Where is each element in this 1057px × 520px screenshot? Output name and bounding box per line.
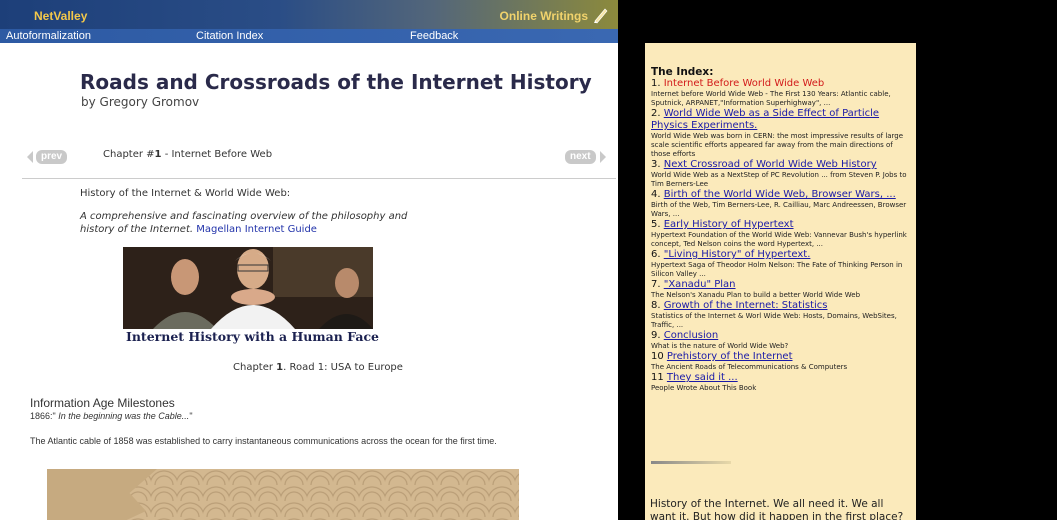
index-item-number: 2. (651, 108, 664, 119)
ocean-map-image (47, 469, 519, 520)
index-item-number: 1. (651, 78, 664, 89)
index-item-heading: 3. Next Crossroad of World Wide Web Hist… (651, 159, 909, 171)
milestones-heading: Information Age Milestones (30, 396, 175, 410)
index-item-number: 8. (651, 300, 664, 311)
index-item: 3. Next Crossroad of World Wide Web Hist… (651, 159, 909, 189)
index-item-description: Hypertext Foundation of the World Wide W… (651, 231, 907, 248)
index-item-description: Birth of the Web, Tim Berners-Lee, R. Ca… (651, 201, 907, 218)
milestones-close: " (189, 411, 193, 421)
index-item-number: 11 (651, 372, 667, 383)
index-item-description: The Ancient Roads of Telecommunications … (651, 363, 848, 371)
index-item-link[interactable]: Internet Before World Wide Web (664, 78, 825, 89)
index-title: The Index: (651, 66, 714, 78)
index-item: 9. Conclusion What is the nature of World… (651, 330, 909, 351)
index-item-link[interactable]: Birth of the World Wide Web, Browser War… (664, 189, 896, 200)
index-item: 11 They said it ... People Wrote About Th… (651, 372, 909, 393)
index-item-heading: 4. Birth of the World Wide Web, Browser … (651, 189, 909, 201)
index-item-link[interactable]: Conclusion (664, 330, 719, 341)
index-item-link[interactable]: World Wide Web as a Side Effect of Parti… (651, 108, 879, 131)
index-item-description: Statistics of the Internet & Worl Wide W… (651, 312, 897, 329)
index-list: 1. Internet Before World Wide Web Interne… (651, 78, 909, 393)
index-item-heading: 9. Conclusion (651, 330, 909, 342)
index-item: 6. "Living History" of Hypertext. Hyperte… (651, 249, 909, 279)
pen-icon (594, 8, 608, 24)
next-button[interactable]: next (565, 150, 596, 164)
index-item-description: Internet before World Wide Web - The Fir… (651, 90, 891, 107)
index-separator (651, 461, 731, 464)
index-item-heading: 8. Growth of the Internet: Statistics (651, 300, 909, 312)
map-land (47, 469, 157, 520)
index-item-link[interactable]: They said it ... (667, 372, 738, 383)
index-item-heading: 7. "Xanadu" Plan (651, 279, 909, 291)
index-item-link[interactable]: "Xanadu" Plan (664, 279, 736, 290)
index-item: 8. Growth of the Internet: Statistics Sta… (651, 300, 909, 330)
index-item-number: 5. (651, 219, 664, 230)
review-quote: A comprehensive and fascinating overview… (80, 210, 440, 236)
chapter-road-heading: Chapter 1. Road 1: USA to Europe (233, 362, 403, 373)
next-arrow-icon (600, 151, 606, 163)
atlantic-cable-paragraph: The Atlantic cable of 1858 was establish… (30, 436, 497, 446)
chapter-prefix: Chapter # (103, 149, 155, 160)
menu-feedback[interactable]: Feedback (410, 29, 458, 43)
index-item-description: Hypertext Saga of Theodor Holm Nelson: T… (651, 261, 903, 278)
site-logo[interactable]: NetValley (34, 9, 87, 23)
author-byline: by Gregory Gromov (81, 95, 200, 109)
index-item-link[interactable]: Prehistory of the Internet (667, 351, 793, 362)
index-intro-text: History of the Internet. We all need it.… (650, 498, 904, 520)
index-item-heading: 1. Internet Before World Wide Web (651, 78, 909, 90)
index-item-heading: 10 Prehistory of the Internet (651, 351, 909, 363)
index-item-heading: 2. World Wide Web as a Side Effect of Pa… (651, 108, 909, 132)
index-item-description: World Wide Web as a NextStep of PC Revol… (651, 171, 907, 188)
index-item: 1. Internet Before World Wide Web Interne… (651, 78, 909, 108)
milestones-quote: In the beginning was the Cable... (55, 411, 190, 421)
index-item-number: 6. (651, 249, 664, 260)
index-item-description: The Nelson's Xanadu Plan to build a bett… (651, 291, 861, 299)
index-item: 4. Birth of the World Wide Web, Browser … (651, 189, 909, 219)
menu-citation-index[interactable]: Citation Index (196, 29, 263, 43)
chapter-heading: Chapter #1 - Internet Before Web (103, 149, 272, 160)
index-item-description: World Wide Web was born in CERN: the mos… (651, 132, 904, 158)
index-item-heading: 5. Early History of Hypertext (651, 219, 909, 231)
divider (22, 178, 616, 179)
index-item-number: 4. (651, 189, 664, 200)
road-suffix: . Road 1: USA to Europe (283, 362, 403, 373)
photo-caption: Internet History with a Human Face (126, 329, 380, 344)
index-item-number: 3. (651, 159, 664, 170)
index-item-link[interactable]: "Living History" of Hypertext. (664, 249, 811, 260)
index-item-description: What is the nature of World Wide Web? (651, 342, 789, 350)
index-item-link[interactable]: Early History of Hypertext (664, 219, 794, 230)
index-item: 2. World Wide Web as a Side Effect of Pa… (651, 108, 909, 159)
site-header: NetValley Online Writings (0, 0, 618, 29)
prev-arrow-icon (27, 151, 33, 163)
page-title: Roads and Crossroads of the Internet His… (80, 70, 592, 94)
chapter-title: - Internet Before Web (161, 149, 273, 160)
menu-autoformalization[interactable]: Autoformalization (6, 29, 91, 43)
photo-illustration (123, 247, 373, 329)
milestones-year: 1866:" (30, 411, 56, 421)
index-item-heading: 11 They said it ... (651, 372, 909, 384)
index-item: 5. Early History of Hypertext Hypertext F… (651, 219, 909, 249)
road-prefix: Chapter (233, 362, 277, 373)
prev-button[interactable]: prev (36, 150, 68, 164)
chapter-number: 1 (154, 149, 162, 160)
index-item-number: 7. (651, 279, 664, 290)
index-item-description: People Wrote About This Book (651, 384, 757, 392)
index-item: 7. "Xanadu" Plan The Nelson's Xanadu Plan… (651, 279, 909, 300)
quote-source-link[interactable]: Magellan Internet Guide (196, 224, 317, 235)
index-panel: The Index: 1. Internet Before World Wide… (645, 43, 916, 520)
index-item-link[interactable]: Growth of the Internet: Statistics (664, 300, 828, 311)
milestones-subheading: 1866:" In the beginning was the Cable...… (30, 411, 193, 421)
online-writings-label[interactable]: Online Writings (500, 9, 588, 23)
index-item-number: 10 (651, 351, 667, 362)
index-item-number: 9. (651, 330, 664, 341)
index-item: 10 Prehistory of the Internet The Ancient… (651, 351, 909, 372)
history-heading: History of the Internet & World Wide Web… (80, 188, 291, 199)
article-page: NetValley Online Writings Autoformalizat… (0, 0, 618, 520)
index-item-heading: 6. "Living History" of Hypertext. (651, 249, 909, 261)
top-menu: Autoformalization Citation Index Feedbac… (0, 29, 618, 43)
index-item-link[interactable]: Next Crossroad of World Wide Web History (664, 159, 877, 170)
authors-photo (123, 247, 373, 329)
